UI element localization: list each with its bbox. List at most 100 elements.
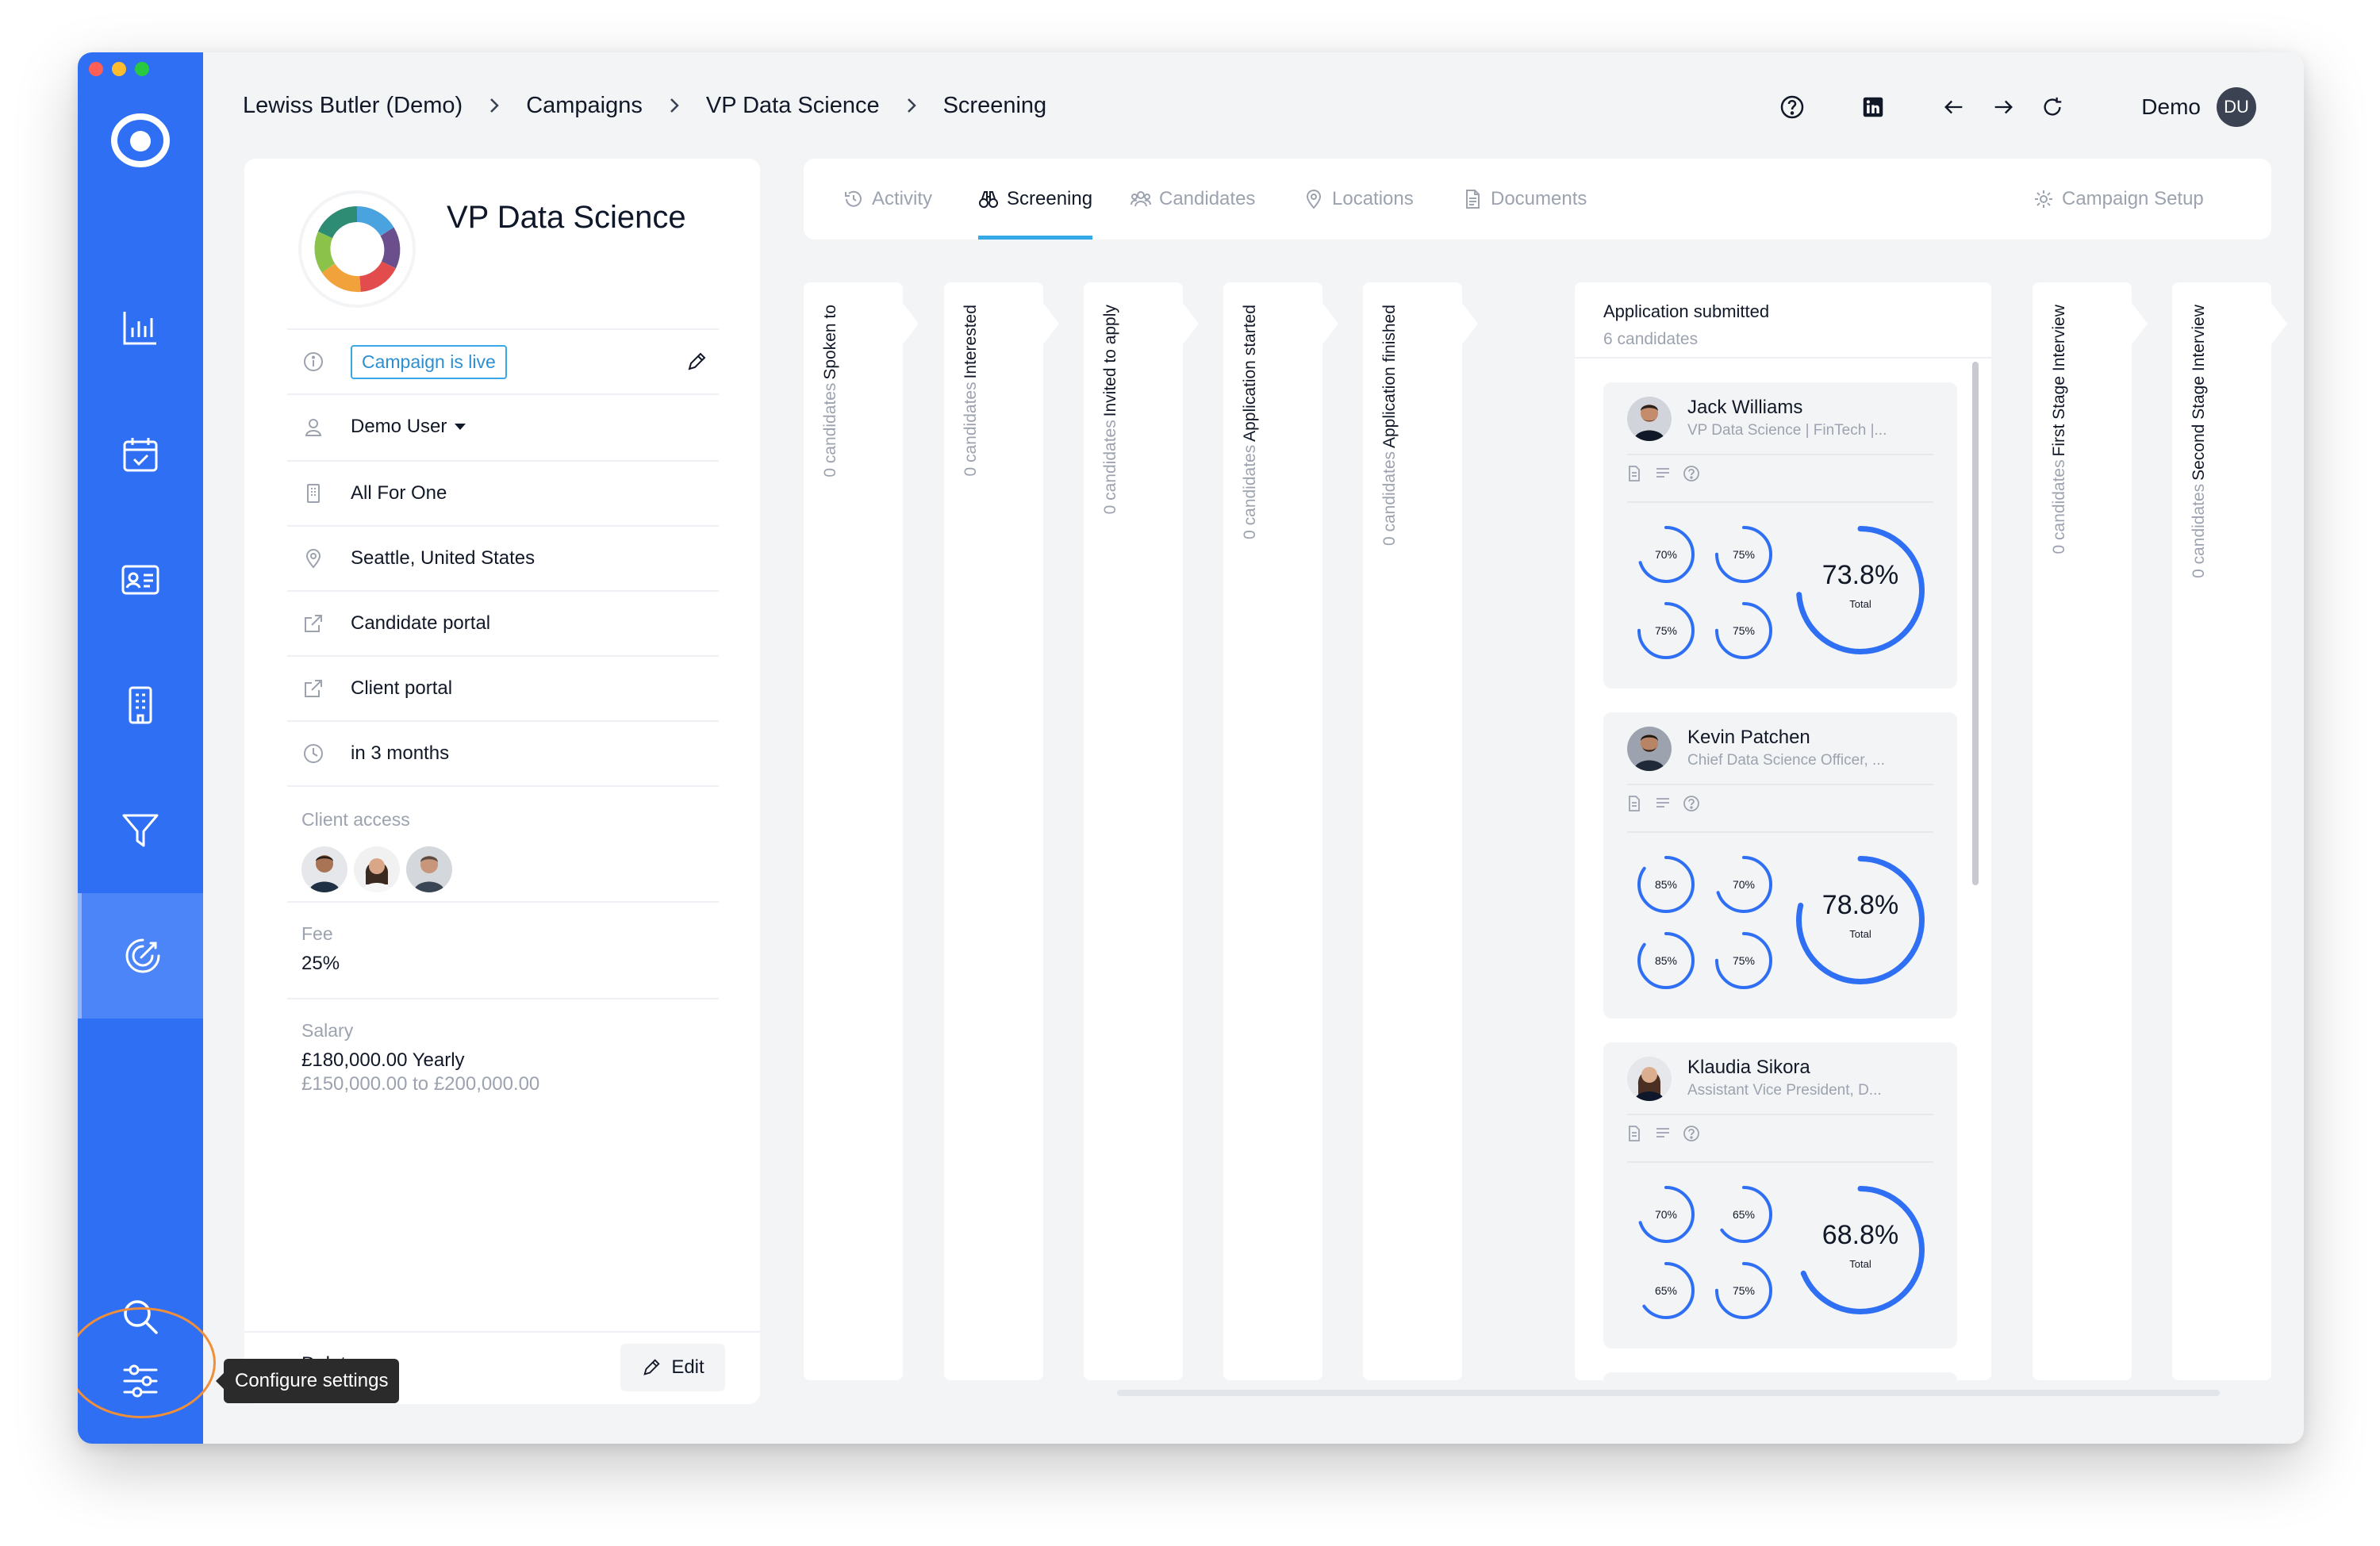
chevron-right-icon (907, 98, 916, 113)
fee-label: Fee (301, 923, 333, 944)
divider (1627, 831, 1933, 833)
score-value: 75% (1732, 1284, 1756, 1297)
breadcrumb-item[interactable]: VP Data Science (706, 93, 880, 119)
sidebar-item-calendar[interactable] (78, 392, 203, 517)
stage-column[interactable]: Application started 0 candidates (1223, 282, 1338, 1380)
tab-activity[interactable]: Activity (843, 159, 932, 240)
total-score-caption: Total (1849, 1258, 1871, 1270)
avatar[interactable] (301, 846, 347, 892)
tab-label: Screening (1007, 188, 1093, 209)
user-name[interactable]: Demo (2141, 94, 2201, 120)
salary-value: £180,000.00 Yearly (301, 1049, 465, 1071)
divider (1627, 501, 1933, 503)
cv-document-icon[interactable] (1626, 465, 1643, 482)
minimize-window-button[interactable] (112, 62, 126, 76)
sidebar (78, 52, 216, 1444)
sidebar-item-campaigns[interactable] (78, 893, 203, 1019)
total-score-ring: 68.8% Total (1795, 1185, 1925, 1315)
tab-label: Campaign Setup (2062, 188, 2204, 209)
score-ring: 75% (1714, 931, 1773, 990)
candidate-name[interactable]: Klaudia Sikora (1687, 1057, 1810, 1079)
help-button[interactable] (1776, 91, 1808, 123)
breadcrumb-item[interactable]: Campaigns (526, 93, 643, 119)
candidate-card[interactable]: Jack Williams VP Data Science | FinTech … (1603, 382, 1957, 689)
top-actions: Demo DU (1759, 87, 2256, 127)
linkedin-button[interactable] (1857, 91, 1889, 123)
client-row: All For One (287, 460, 719, 525)
cv-document-icon[interactable] (1626, 795, 1643, 812)
stage-column[interactable]: First Stage Interview 0 candidates (2033, 282, 2148, 1380)
tab-locations[interactable]: Locations (1303, 159, 1414, 240)
stage-arrow (2132, 303, 2148, 344)
owner-row[interactable]: Demo User (287, 393, 719, 458)
notes-lines-icon[interactable] (1654, 795, 1672, 812)
help-circle-icon[interactable] (1683, 795, 1700, 812)
horizontal-scrollbar[interactable] (1117, 1390, 2220, 1396)
candidate-name[interactable]: Jack Williams (1687, 397, 1802, 419)
notes-lines-icon[interactable] (1654, 465, 1672, 482)
tab-documents[interactable]: Documents (1462, 159, 1587, 240)
candidate-portal-link[interactable]: Candidate portal (351, 612, 490, 635)
score-ring: 85% (1637, 855, 1695, 914)
sidebar-item-companies[interactable] (78, 643, 203, 768)
tab-campaign-setup[interactable]: Campaign Setup (2033, 159, 2204, 240)
stage-count: 0 candidates (821, 382, 839, 478)
user-icon (305, 419, 322, 436)
maximize-window-button[interactable] (135, 62, 149, 76)
close-window-button[interactable] (89, 62, 103, 76)
stage-column[interactable]: Invited to apply 0 candidates (1084, 282, 1199, 1380)
sidebar-item-contacts[interactable] (78, 517, 203, 643)
breadcrumb-item[interactable]: Lewiss Butler (Demo) (243, 93, 463, 119)
cv-document-icon[interactable] (1626, 1125, 1643, 1142)
refresh-button[interactable] (2036, 91, 2068, 123)
status-badge[interactable]: Campaign is live (351, 344, 507, 379)
stage-count: 0 candidates (1241, 444, 1259, 539)
forward-button[interactable] (1987, 91, 2019, 123)
help-circle-icon[interactable] (1683, 1125, 1700, 1142)
edit-button[interactable]: Edit (620, 1344, 725, 1391)
sidebar-item-pipeline[interactable] (78, 768, 203, 893)
back-button[interactable] (1938, 91, 1970, 123)
history-icon (845, 190, 862, 207)
tab-candidates[interactable]: Candidates (1130, 159, 1255, 240)
vertical-scrollbar[interactable] (1972, 362, 1979, 885)
candidate-card[interactable]: Kevin Patchen Chief Data Science Officer… (1603, 712, 1957, 1019)
stage-column[interactable]: Spoken to 0 candidates (804, 282, 919, 1380)
candidate-actions (1626, 795, 1700, 812)
avatar[interactable] (406, 846, 452, 892)
stage-column[interactable]: Interested 0 candidates (944, 282, 1059, 1380)
stage-column[interactable]: Second Stage Interview 0 candidates (2172, 282, 2287, 1380)
edit-pencil-icon[interactable] (685, 351, 708, 373)
client-portal-link[interactable]: Client portal (351, 677, 452, 700)
binoculars-icon (979, 191, 998, 208)
app-logo-icon[interactable] (109, 109, 171, 171)
score-ring: 75% (1714, 525, 1773, 584)
candidate-name[interactable]: Kevin Patchen (1687, 727, 1810, 749)
client-access-section: Client access (287, 785, 719, 901)
stage-name: Interested (962, 305, 980, 379)
score-ring: 65% (1637, 1261, 1695, 1320)
score-value: 70% (1654, 548, 1678, 561)
owner-name: Demo User (351, 416, 447, 437)
client-name[interactable]: All For One (351, 482, 447, 504)
deadline-text: in 3 months (351, 742, 450, 764)
total-score-ring: 78.8% Total (1795, 855, 1925, 985)
stage-header[interactable]: Application submitted 6 candidates (1575, 282, 1991, 359)
info-icon (304, 352, 323, 371)
candidate-card[interactable] (1603, 1372, 1957, 1380)
candidate-card[interactable]: Klaudia Sikora Assistant Vice President,… (1603, 1042, 1957, 1348)
avatar[interactable] (354, 846, 400, 892)
tab-screening[interactable]: Screening (978, 159, 1093, 240)
candidate-portal-row[interactable]: Candidate portal (287, 590, 719, 655)
score-value: 65% (1732, 1208, 1756, 1221)
client-portal-row[interactable]: Client portal (287, 655, 719, 720)
fee-section: Fee 25% (287, 901, 719, 998)
user-avatar[interactable]: DU (2217, 87, 2256, 127)
notes-lines-icon[interactable] (1654, 1125, 1672, 1142)
score-value: 75% (1654, 624, 1678, 637)
stage-column[interactable]: Application finished 0 candidates (1363, 282, 1478, 1380)
sidebar-item-dashboard[interactable] (78, 265, 203, 390)
help-circle-icon[interactable] (1683, 465, 1700, 482)
sidebar-item-settings[interactable] (78, 1307, 216, 1444)
client-access-avatars (301, 846, 704, 892)
